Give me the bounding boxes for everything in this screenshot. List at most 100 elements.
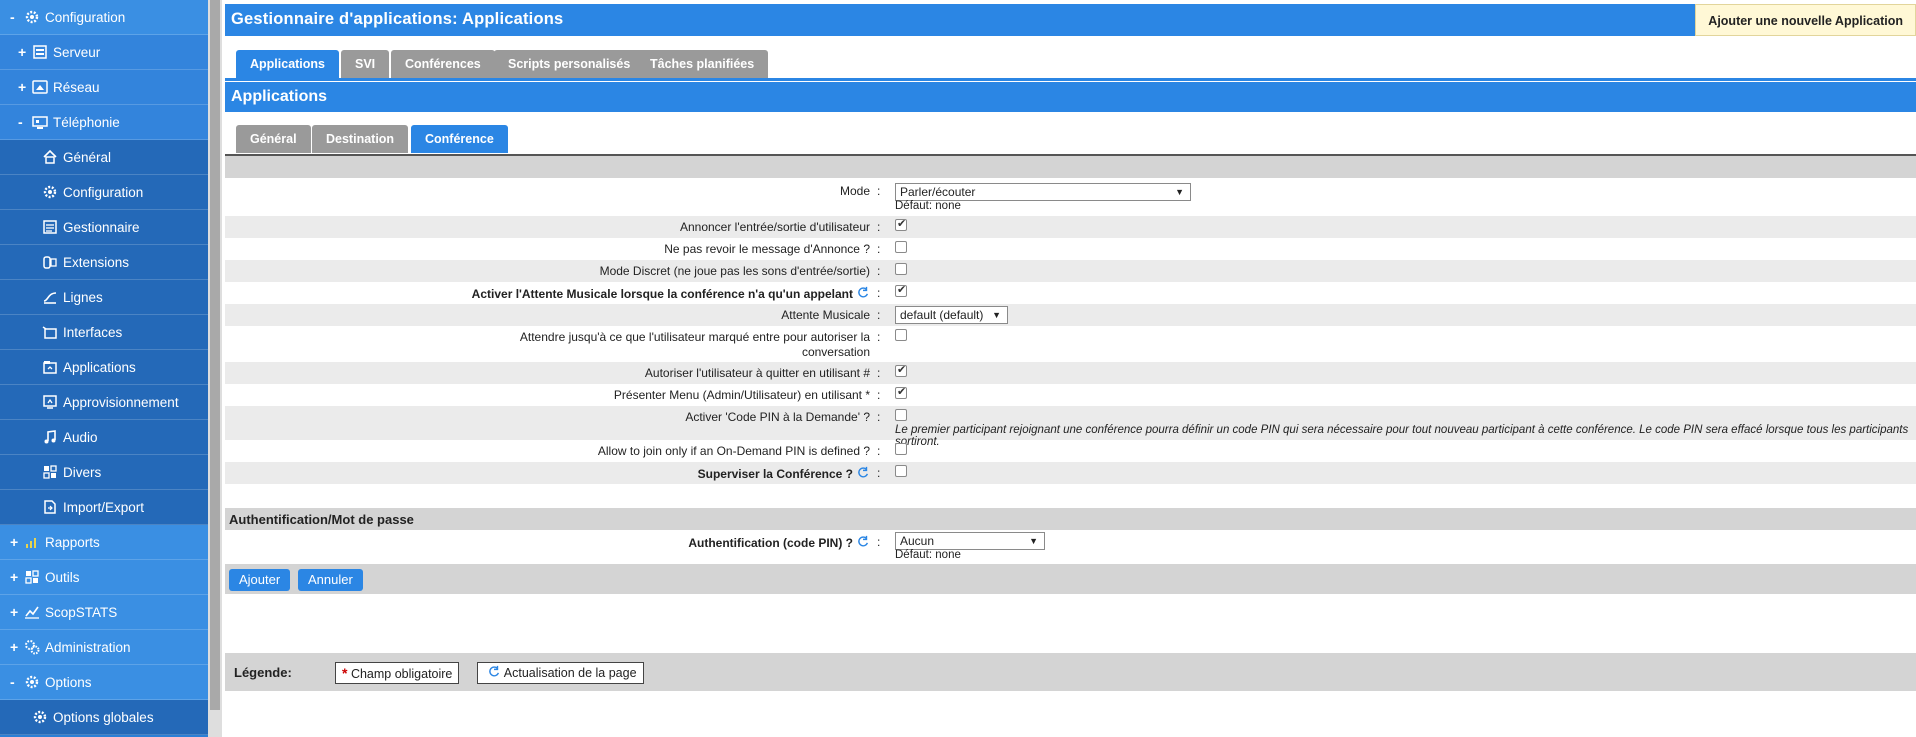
no-replay-checkbox[interactable]	[895, 241, 907, 253]
sidebar-scrollbar-thumb[interactable]	[210, 0, 220, 710]
expand-toggle[interactable]: +	[18, 79, 30, 95]
field-label: Mode	[839, 184, 870, 198]
row-supervise: Superviser la Conférence ? :	[225, 462, 1916, 484]
sidebar-item-label: Audio	[63, 429, 98, 445]
top-tabs: Applications SVI Conférences Scripts per…	[225, 50, 1916, 80]
sidebar-item-scopstats[interactable]: + ScopSTATS	[0, 595, 208, 630]
add-application-button[interactable]: Ajouter une nouvelle Application	[1695, 4, 1916, 36]
legend-title: Légende:	[234, 665, 292, 680]
allow-quit-checkbox[interactable]	[895, 363, 907, 377]
sidebar-item-label: Serveur	[53, 44, 101, 60]
sidebar-item-configuration[interactable]: - Configuration	[0, 0, 208, 35]
collapse-toggle[interactable]: -	[10, 674, 22, 690]
moh-single-checkbox[interactable]	[895, 283, 907, 297]
field-label: Annoncer l'entrée/sortie d'utilisateur	[679, 220, 870, 234]
tab-scheduled-tasks[interactable]: Tâches planifiées	[636, 50, 769, 78]
sidebar-item-interfaces[interactable]: Interfaces	[0, 315, 208, 350]
sidebar-item-gestionnaire[interactable]: Gestionnaire	[0, 210, 208, 245]
sidebar-item-audio[interactable]: Audio	[0, 420, 208, 455]
sidebar-item-divers[interactable]: Divers	[0, 455, 208, 490]
asterisk-icon: *	[342, 665, 348, 681]
sidebar-item-lignes[interactable]: Lignes	[0, 280, 208, 315]
tab-general[interactable]: Général	[236, 125, 311, 153]
allow-join-checkbox[interactable]	[895, 443, 907, 455]
sidebar-item-outils[interactable]: + Outils	[0, 560, 208, 595]
sidebar-item-label: Options	[45, 674, 92, 690]
page-title: Gestionnaire d'applications: Application…	[231, 10, 564, 28]
row-no-replay: Ne pas revoir le message d'Annonce ? :	[225, 238, 1916, 260]
supervise-checkbox[interactable]	[895, 465, 907, 477]
expand-toggle[interactable]: +	[10, 604, 22, 620]
collapse-toggle[interactable]: -	[18, 114, 30, 130]
expand-toggle[interactable]: +	[18, 44, 30, 60]
field-label: Ne pas revoir le message d'Annonce ?	[664, 242, 870, 256]
tab-scripts[interactable]: Scripts personalisés	[494, 50, 645, 78]
extensions-icon	[42, 254, 60, 270]
section-title: Applications	[231, 88, 328, 105]
auth-pin-select[interactable]: Aucun ▼	[895, 532, 1045, 550]
sidebar-item-configuration-tel[interactable]: Configuration	[0, 175, 208, 210]
lines-icon	[42, 289, 60, 305]
expand-toggle[interactable]: +	[10, 569, 22, 585]
tab-destination[interactable]: Destination	[312, 125, 409, 153]
row-moh-single: Activer l'Attente Musicale lorsque la co…	[225, 282, 1916, 304]
sidebar-item-label: Configuration	[45, 9, 126, 25]
legend-refresh: Actualisation de la page	[477, 662, 644, 684]
sidebar-item-label: Approvisionnement	[63, 394, 179, 410]
sidebar-item-label: Import/Export	[63, 499, 145, 515]
row-wait-marked: Attendre jusqu'à ce que l'utilisateur ma…	[225, 326, 1916, 362]
tab-applications[interactable]: Applications	[236, 50, 340, 78]
sidebar-item-import-export[interactable]: Import/Export	[0, 490, 208, 525]
announce-checkbox[interactable]	[895, 217, 907, 231]
add-button[interactable]: Ajouter	[229, 569, 291, 591]
chevron-down-icon: ▼	[1029, 536, 1038, 546]
grid-icon	[42, 464, 60, 480]
tab-svi[interactable]: SVI	[341, 50, 390, 78]
network-icon	[32, 79, 50, 95]
auth-default-hint: Défaut: none	[895, 549, 961, 561]
wait-marked-checkbox[interactable]	[895, 329, 907, 341]
expand-toggle[interactable]: +	[10, 639, 22, 655]
sidebar-item-label: Téléphonie	[53, 114, 120, 130]
discreet-checkbox[interactable]	[895, 263, 907, 275]
field-label: Attente Musicale	[781, 308, 870, 322]
refresh-icon	[856, 535, 870, 549]
present-menu-checkbox[interactable]	[895, 385, 907, 399]
sidebar-item-label: Outils	[45, 569, 80, 585]
sidebar-item-options-globales[interactable]: Options globales	[0, 700, 208, 735]
sidebar-item-reseau[interactable]: + Réseau	[0, 70, 208, 105]
sidebar-item-administration[interactable]: + Administration	[0, 630, 208, 665]
row-allow-join: Allow to join only if an On-Demand PIN i…	[225, 440, 1916, 462]
telephony-icon	[32, 114, 50, 130]
legend-required: * Champ obligatoire	[335, 662, 460, 684]
sidebar-item-extensions[interactable]: Extensions	[0, 245, 208, 280]
sidebar-item-applications[interactable]: Applications	[0, 350, 208, 385]
auth-section-title: Authentification/Mot de passe	[229, 512, 414, 527]
field-label: Attendre jusqu'à ce que l'utilisateur ma…	[519, 330, 870, 359]
sidebar-item-label: Gestionnaire	[63, 219, 140, 235]
bar-chart-icon	[24, 534, 42, 550]
sidebar-item-label: Extensions	[63, 254, 130, 270]
cancel-button[interactable]: Annuler	[298, 569, 363, 591]
sidebar-item-serveur[interactable]: + Serveur	[0, 35, 208, 70]
field-label: Superviser la Conférence ?	[450, 466, 870, 482]
sidebar-item-rapports[interactable]: + Rapports	[0, 525, 208, 560]
moh-select[interactable]: default (default) ▼	[895, 306, 1008, 324]
sidebar-item-approvisionnement[interactable]: Approvisionnement	[0, 385, 208, 420]
field-label: Activer l'Attente Musicale lorsque la co…	[350, 286, 870, 302]
sidebar-item-general[interactable]: Général	[0, 140, 208, 175]
sidebar-item-telephonie[interactable]: - Téléphonie	[0, 105, 208, 140]
collapse-toggle[interactable]: -	[10, 9, 22, 25]
pin-on-demand-checkbox[interactable]	[895, 409, 907, 421]
tabs-divider	[225, 78, 1916, 81]
gear-icon	[24, 674, 42, 690]
sidebar-item-options[interactable]: - Options	[0, 665, 208, 700]
expand-toggle[interactable]: +	[10, 534, 22, 550]
refresh-icon	[856, 286, 870, 300]
line-chart-icon	[24, 604, 42, 620]
tab-conferences[interactable]: Conférences	[391, 50, 495, 78]
row-present-menu: Présenter Menu (Admin/Utilisateur) en ut…	[225, 384, 1916, 406]
legend-bar: Légende: * Champ obligatoire Actualisati…	[225, 653, 1916, 691]
mode-select[interactable]: Parler/écouter ▼	[895, 183, 1191, 201]
tab-conference[interactable]: Conférence	[411, 125, 508, 153]
